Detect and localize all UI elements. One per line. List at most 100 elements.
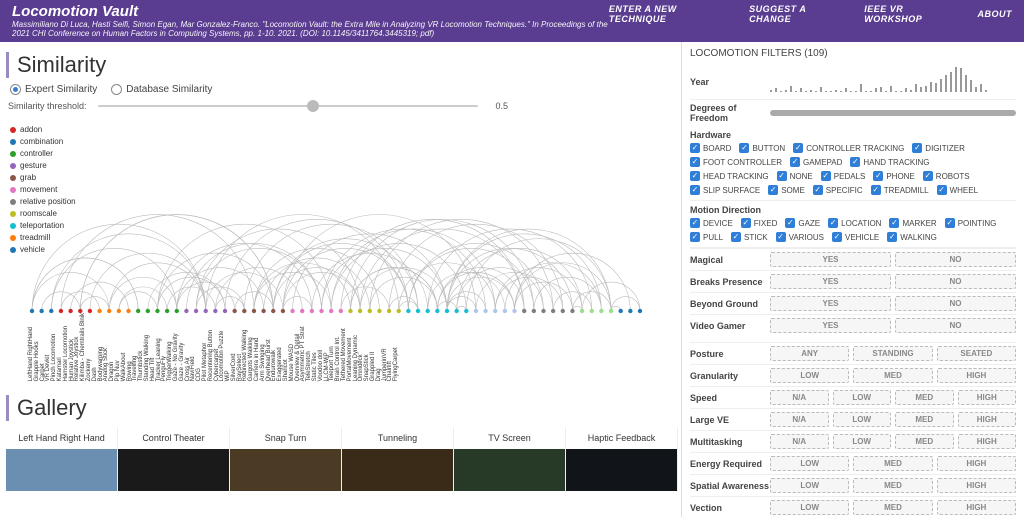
filter-option[interactable]: NO	[895, 296, 1016, 311]
filter-option[interactable]: HIGH	[937, 456, 1016, 471]
node-label[interactable]: Pilot Metaphor	[202, 313, 208, 381]
node-label[interactable]: Hamster Locomotion	[63, 313, 69, 381]
node-label[interactable]: Grappled II	[370, 313, 376, 381]
checkbox-button[interactable]: ✓BUTTON	[739, 143, 785, 153]
nav-about[interactable]: ABOUT	[978, 9, 1013, 19]
checkbox-location[interactable]: ✓LOCATION	[828, 218, 881, 228]
node-label[interactable]: Katamari	[57, 313, 63, 381]
filter-option[interactable]: LOW	[770, 500, 849, 515]
node-label[interactable]: Head Tilt	[150, 313, 156, 381]
node-label[interactable]: Grapple Hooks	[34, 313, 40, 381]
filter-option[interactable]: NO	[895, 252, 1016, 267]
filter-option[interactable]: HIGH	[958, 434, 1017, 449]
filter-option[interactable]: MED	[895, 390, 954, 405]
node-label[interactable]: Gaze - No Gravity	[173, 313, 179, 381]
checkbox-head-tracking[interactable]: ✓HEAD TRACKING	[690, 171, 769, 181]
checkbox-fixed[interactable]: ✓FIXED	[741, 218, 778, 228]
filter-option[interactable]: NO	[895, 274, 1016, 289]
checkbox-stick[interactable]: ✓STICK	[731, 232, 768, 242]
filter-option[interactable]: YES	[770, 274, 891, 289]
checkbox-pointing[interactable]: ✓POINTING	[945, 218, 997, 228]
checkbox-walking[interactable]: ✓WALKING	[887, 232, 937, 242]
checkbox-wheel[interactable]: ✓WHEEL	[937, 185, 978, 195]
arc-chart[interactable]: LeftHand RightHandGrapple HooksCarpetVR …	[10, 121, 677, 391]
filter-option[interactable]: N/A	[770, 390, 829, 405]
node-label[interactable]: Sharicot	[283, 313, 289, 381]
node-label[interactable]: Camera in Hand	[254, 313, 260, 381]
threshold-slider[interactable]	[98, 105, 478, 107]
radio-expert[interactable]: Expert Similarity	[10, 84, 97, 95]
checkbox-robots[interactable]: ✓ROBOTS	[923, 171, 970, 181]
checkbox-hand-tracking[interactable]: ✓HAND TRACKING	[850, 157, 929, 167]
node-label[interactable]: Recentering Button	[208, 313, 214, 381]
node-label[interactable]: Static Tiles	[312, 313, 318, 381]
node-label[interactable]: Arm Swinging	[260, 313, 266, 381]
node-label[interactable]: SilverCord	[231, 313, 237, 381]
filter-option[interactable]: MED	[853, 500, 932, 515]
filter-option[interactable]: N/A	[770, 412, 829, 427]
filter-option[interactable]: SEATED	[937, 346, 1016, 361]
checkbox-vehicle[interactable]: ✓VEHICLE	[832, 232, 879, 242]
filter-option[interactable]: YES	[770, 296, 891, 311]
filter-option[interactable]: YES	[770, 318, 891, 333]
node-label[interactable]: FlyingCarpet	[393, 313, 399, 381]
filter-option[interactable]: MED	[895, 434, 954, 449]
node-label[interactable]: PortalMovement	[347, 313, 353, 381]
gallery-item[interactable]: TV Screen	[454, 427, 566, 491]
checkbox-controller-tracking[interactable]: ✓CONTROLLER TRACKING	[793, 143, 904, 153]
filter-option[interactable]: LOW	[833, 434, 892, 449]
node-label[interactable]: Voodoo doll	[318, 313, 324, 381]
checkbox-some[interactable]: ✓SOME	[768, 185, 805, 195]
checkbox-specific[interactable]: ✓SPECIFIC	[813, 185, 863, 195]
checkbox-marker[interactable]: ✓MARKER	[889, 218, 936, 228]
gallery-item[interactable]: Tunneling	[342, 427, 454, 491]
checkbox-pedals[interactable]: ✓PEDALS	[821, 171, 866, 181]
checkbox-gaze[interactable]: ✓GAZE	[785, 218, 820, 228]
filter-option[interactable]: MED	[853, 456, 932, 471]
filter-option[interactable]: MED	[853, 368, 932, 383]
filter-option[interactable]: MED	[853, 478, 932, 493]
filter-option[interactable]: LOW	[770, 368, 849, 383]
node-label[interactable]: Drag	[376, 313, 382, 381]
filter-option[interactable]: LOW	[833, 412, 892, 427]
year-histogram[interactable]	[770, 68, 1016, 96]
filter-option[interactable]: HIGH	[937, 368, 1016, 383]
node-label[interactable]: Tethered Movement	[341, 313, 347, 381]
node-label[interactable]: Zockeny	[86, 313, 92, 381]
filter-option[interactable]: NO	[895, 318, 1016, 333]
checkbox-foot-controller[interactable]: ✓FOOT CONTROLLER	[690, 157, 782, 167]
dof-slider[interactable]	[770, 110, 1016, 116]
node-label[interactable]: WalkAbout	[121, 313, 127, 381]
checkbox-none[interactable]: ✓NONE	[777, 171, 813, 181]
filter-option[interactable]: HIGH	[937, 478, 1016, 493]
filter-option[interactable]: MED	[895, 412, 954, 427]
checkbox-treadmill[interactable]: ✓TREADMILL	[871, 185, 929, 195]
checkbox-various[interactable]: ✓VARIOUS	[776, 232, 824, 242]
filter-option[interactable]: LOW	[770, 456, 849, 471]
filter-option[interactable]: LOW	[833, 390, 892, 405]
gallery-item[interactable]: Haptic Feedback	[566, 427, 678, 491]
nav-enter[interactable]: ENTER A NEW TECHNIQUE	[609, 4, 731, 24]
checkbox-slip-surface[interactable]: ✓SLIP SURFACE	[690, 185, 760, 195]
node-label[interactable]: Mouse WASD	[289, 313, 295, 381]
filter-option[interactable]: YES	[770, 252, 891, 267]
node-label[interactable]: LeftHand RightHand	[28, 313, 34, 381]
radio-database[interactable]: Database Similarity	[111, 84, 212, 95]
node-label[interactable]: Dash	[92, 313, 98, 381]
filter-option[interactable]: HIGH	[958, 390, 1017, 405]
filter-option[interactable]: STANDING	[853, 346, 932, 361]
nav-suggest[interactable]: SUGGEST A CHANGE	[749, 4, 846, 24]
checkbox-pull[interactable]: ✓PULL	[690, 232, 723, 242]
gallery-item[interactable]: Control Theater	[118, 427, 230, 491]
gallery-item[interactable]: Left Hand Right Hand	[6, 427, 118, 491]
filter-option[interactable]: N/A	[770, 434, 829, 449]
checkbox-board[interactable]: ✓BOARD	[690, 143, 731, 153]
nav-workshop[interactable]: IEEE VR WORKSHOP	[864, 4, 959, 24]
filter-option[interactable]: ANY	[770, 346, 849, 361]
checkbox-phone[interactable]: ✓PHONE	[873, 171, 914, 181]
node-label[interactable]: Gaze - Gravity	[179, 313, 185, 381]
node-label[interactable]: Standing Walking	[144, 313, 150, 381]
gallery-item[interactable]: Snap Turn	[230, 427, 342, 491]
checkbox-digitizer[interactable]: ✓DIGITIZER	[912, 143, 965, 153]
node-label[interactable]: Pip Nuv	[115, 313, 121, 381]
